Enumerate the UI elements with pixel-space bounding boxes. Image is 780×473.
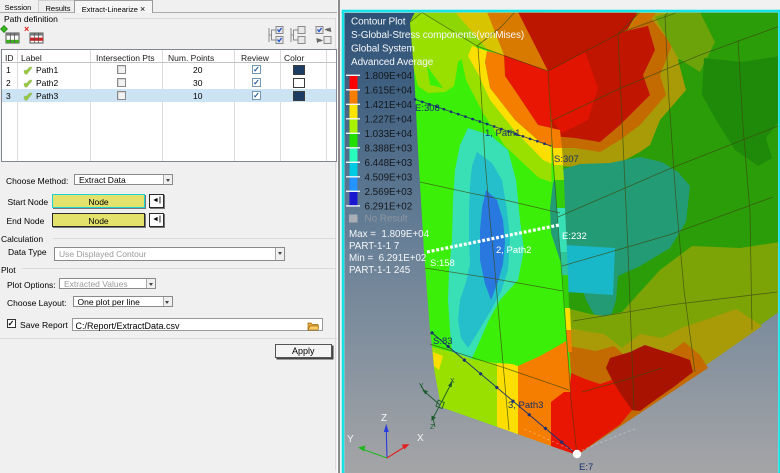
svg-text:X: X <box>417 433 424 444</box>
svg-text:4.509E+03: 4.509E+03 <box>365 172 413 183</box>
svg-text:6.448E+03: 6.448E+03 <box>365 158 413 169</box>
svg-text:1.421E+04: 1.421E+04 <box>365 100 413 111</box>
svg-text:S:158: S:158 <box>430 258 455 269</box>
svg-text:X: X <box>450 378 455 385</box>
svg-text:Z: Z <box>381 413 387 424</box>
svg-text:PART-1-1 245: PART-1-1 245 <box>349 265 411 276</box>
svg-text:Max = 1.809E+04: Max = 1.809E+04 <box>349 229 430 240</box>
svg-text:S:307: S:307 <box>554 154 579 165</box>
svg-text:Min = 6.291E+02: Min = 6.291E+02 <box>349 253 426 264</box>
svg-text:1.227E+04: 1.227E+04 <box>365 114 413 125</box>
svg-text:S-Global-Stress components(von: S-Global-Stress components(vonMises) <box>351 30 524 41</box>
svg-text:Advanced Average: Advanced Average <box>351 57 434 68</box>
svg-text:6.291E+02: 6.291E+02 <box>365 201 413 212</box>
svg-text:E:7: E:7 <box>579 462 593 473</box>
svg-text:Global System: Global System <box>351 44 415 55</box>
svg-text:1.615E+04: 1.615E+04 <box>365 85 413 96</box>
svg-text:2.569E+03: 2.569E+03 <box>365 187 413 198</box>
svg-text:8.388E+03: 8.388E+03 <box>365 143 413 154</box>
svg-text:2, Path2: 2, Path2 <box>496 245 531 256</box>
svg-text:No Result: No Result <box>365 214 408 225</box>
svg-text:Z: Z <box>430 424 435 431</box>
svg-text:Y: Y <box>347 434 354 445</box>
svg-text:1.033E+04: 1.033E+04 <box>365 129 413 140</box>
svg-text:Contour Plot: Contour Plot <box>351 17 406 28</box>
svg-text:1, Path1: 1, Path1 <box>485 128 520 139</box>
svg-text:1.809E+04: 1.809E+04 <box>365 71 413 82</box>
svg-text:×: × <box>24 24 29 34</box>
svg-text:E:308: E:308 <box>415 103 440 114</box>
svg-text:E:232: E:232 <box>562 231 587 242</box>
svg-text:Y: Y <box>419 383 424 390</box>
svg-text:PART-1-1 7: PART-1-1 7 <box>349 241 399 252</box>
svg-text:3, Path3: 3, Path3 <box>508 400 543 411</box>
svg-text:S:83: S:83 <box>433 336 453 347</box>
